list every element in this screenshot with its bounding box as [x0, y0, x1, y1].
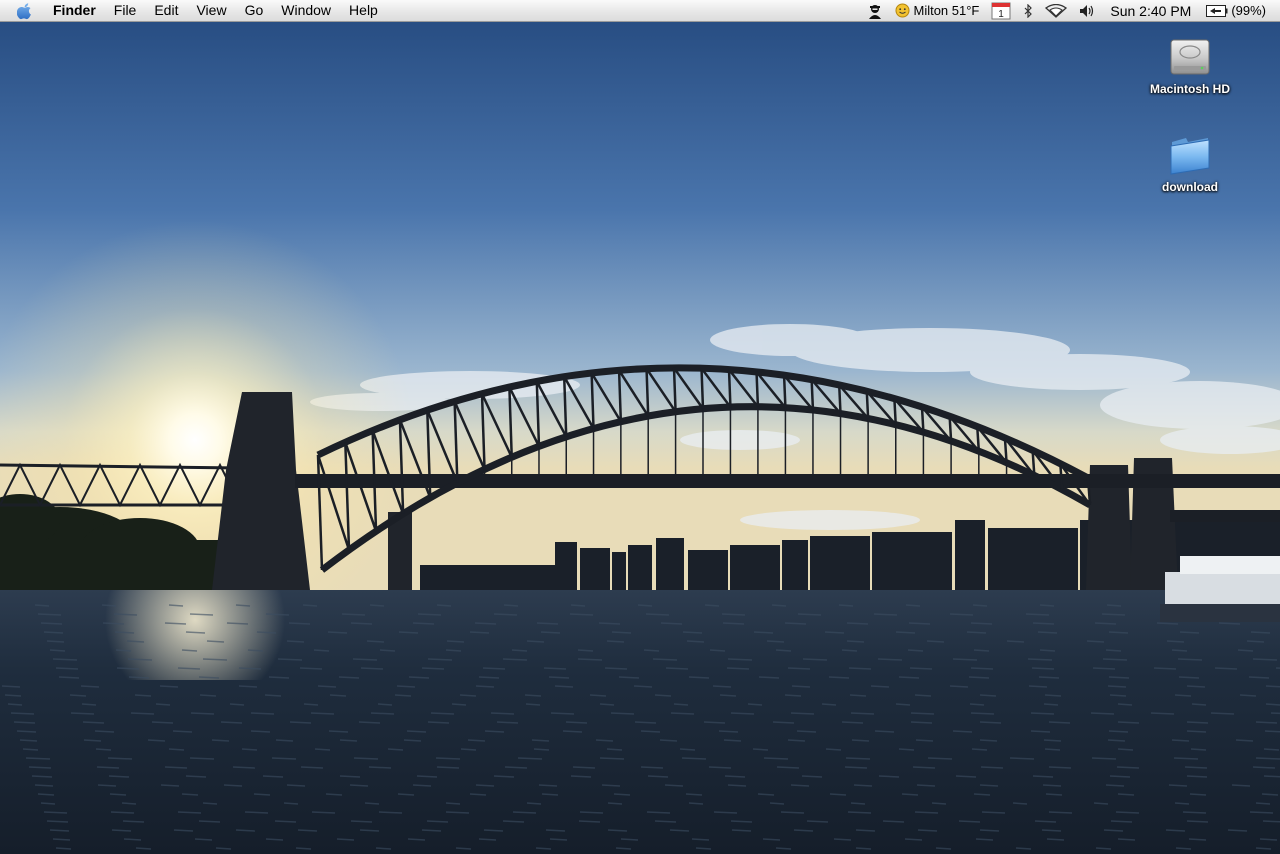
bluetooth-icon[interactable]: [1017, 0, 1039, 21]
desktop[interactable]: Finder File Edit View Go Window Help Mil…: [0, 0, 1280, 854]
battery-percent: (99%): [1231, 3, 1266, 18]
weather-menu[interactable]: Milton 51°F: [889, 0, 985, 21]
weather-sun-icon: [895, 3, 910, 18]
weather-text: Milton 51°F: [913, 3, 980, 18]
menu-help[interactable]: Help: [340, 0, 387, 21]
menu-view[interactable]: View: [187, 0, 235, 21]
menu-window[interactable]: Window: [272, 0, 340, 21]
desktop-wallpaper: [0, 0, 1280, 854]
calendar-day: 1: [999, 9, 1005, 20]
desktop-icon-macintosh-hd[interactable]: Macintosh HD: [1135, 32, 1245, 98]
calendar-icon[interactable]: 1: [985, 0, 1017, 21]
battery-menu[interactable]: (99%): [1200, 0, 1280, 21]
hard-drive-icon: [1170, 39, 1210, 75]
menu-go[interactable]: Go: [236, 0, 273, 21]
desktop-icon-download[interactable]: download: [1135, 130, 1245, 196]
menu-extras: Milton 51°F 1 Sun 2:40 PM (99%): [861, 0, 1280, 21]
desktop-icon-label: Macintosh HD: [1149, 82, 1230, 96]
clock[interactable]: Sun 2:40 PM: [1101, 0, 1200, 21]
spy-icon[interactable]: [861, 0, 889, 21]
menu-edit[interactable]: Edit: [145, 0, 187, 21]
desktop-icon-label: download: [1162, 180, 1218, 194]
folder-icon: [1170, 138, 1210, 175]
menu-file[interactable]: File: [105, 0, 146, 21]
volume-icon[interactable]: [1073, 0, 1101, 21]
wifi-icon[interactable]: [1039, 0, 1073, 21]
menu-finder[interactable]: Finder: [47, 0, 105, 21]
apple-icon[interactable]: [15, 0, 35, 21]
menu-bar-left: Finder File Edit View Go Window Help: [0, 0, 387, 21]
battery-icon: [1206, 4, 1228, 17]
menu-bar: Finder File Edit View Go Window Help Mil…: [0, 0, 1280, 22]
